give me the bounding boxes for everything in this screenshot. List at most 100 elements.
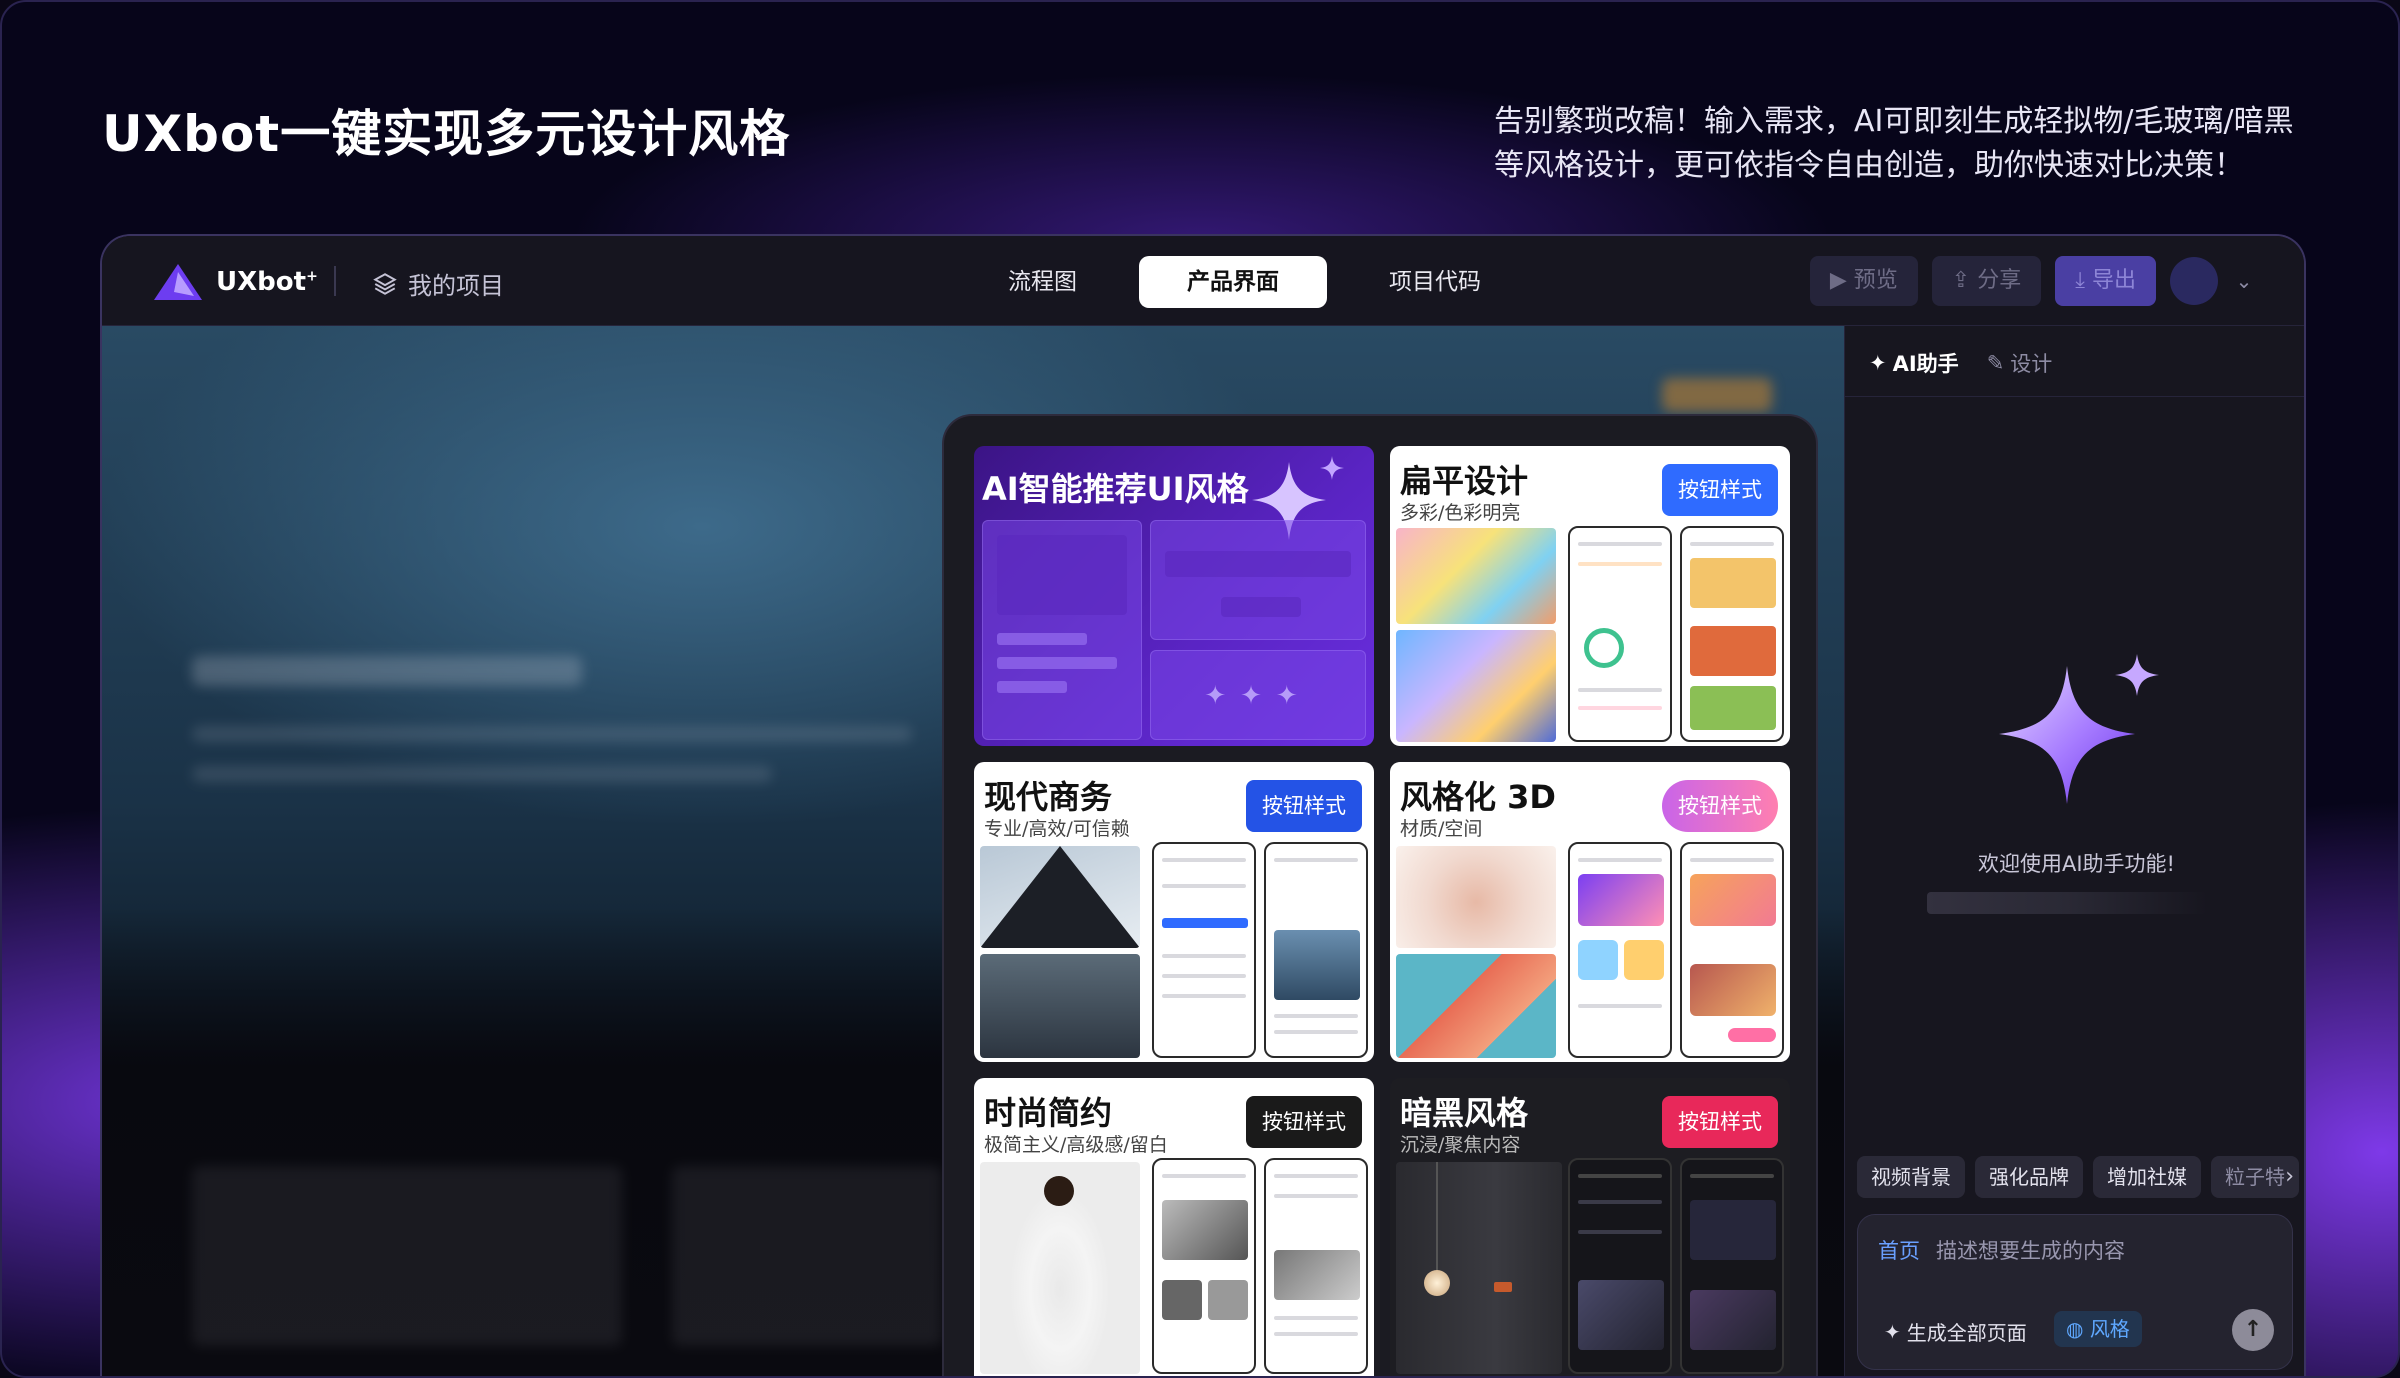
generate-all-label: 生成全部页面 [1906, 1321, 2027, 1345]
promo-stage: UXbot一键实现多元设计风格 告别繁琐改稿！输入需求，AI可即刻生成轻拟物/毛… [0, 0, 2400, 1378]
tab-project-code[interactable]: 项目代码 [1341, 256, 1529, 308]
blurred-card [672, 1166, 942, 1346]
download-icon: ⤓ [2075, 268, 2085, 293]
blurred-button [1662, 378, 1772, 412]
ai-card-wireframe-top [1150, 520, 1366, 640]
3d-image-2 [1396, 954, 1556, 1058]
chevron-down-icon[interactable]: ⌄ [2232, 269, 2256, 293]
hero-description: 告别繁琐改稿！输入需求，AI可即刻生成轻拟物/毛玻璃/暗黑 等风格设计，更可依指… [1494, 100, 2334, 188]
3d-card-title: 风格化 3D [1400, 778, 1556, 816]
business-image-1 [980, 846, 1140, 948]
minimal-style-button[interactable]: 按钮样式 [1246, 1096, 1362, 1148]
dark-card-sub: 沉浸/聚焦内容 [1400, 1134, 1521, 1156]
flat-phone-2 [1680, 526, 1784, 742]
ai-panel-tabs: ✦ AI助手 ✎ 设计 [1869, 348, 2052, 378]
style-card-ai[interactable]: AI智能推荐UI风格 ✦✦✦ [974, 446, 1374, 746]
logo-icon [154, 264, 202, 300]
business-style-button[interactable]: 按钮样式 [1246, 780, 1362, 832]
flat-card-title: 扁平设计 [1400, 462, 1529, 500]
3d-image-1 [1396, 846, 1556, 948]
style-toggle-button[interactable]: ◍ 风格 [2054, 1311, 2142, 1347]
composer-input[interactable]: 描述想要生成的内容 [1936, 1235, 2125, 1265]
send-button[interactable]: ↑ [2232, 1309, 2274, 1351]
layers-icon [373, 272, 397, 295]
logo-text: UXbot [216, 267, 307, 297]
tab-ai-assistant[interactable]: ✦ AI助手 [1869, 348, 1959, 378]
ai-sparkle-icon [1999, 654, 2159, 804]
sparkle-icon: ✦ [1884, 1319, 1901, 1344]
flat-image-1 [1396, 528, 1556, 624]
my-project-link[interactable]: 我的项目 [372, 266, 504, 301]
style-toggle-label: 风格 [2089, 1317, 2130, 1341]
flat-phone-1 [1568, 526, 1672, 742]
generate-all-pages-button[interactable]: ✦ 生成全部页面 [1884, 1317, 2027, 1346]
style-card-dark[interactable]: 暗黑风格 沉浸/聚焦内容 按钮样式 [1390, 1078, 1790, 1376]
blurred-card [192, 1166, 622, 1346]
style-picker-panel: AI智能推荐UI风格 ✦✦✦ 扁平设计 多彩/色彩明亮 按钮样式 现代商务 专业… [942, 414, 1818, 1376]
toolbar-actions: ▶ 预览 ⇪ 分享 ⤓ 导出 ⌄ [1809, 256, 2256, 306]
ai-loading-bar [1927, 892, 2207, 914]
ai-card-title: AI智能推荐UI风格 [982, 470, 1249, 508]
sparkle-icon: ✦ [1869, 351, 1887, 375]
business-phone-2 [1264, 842, 1368, 1058]
hero-title: UXbot一键实现多元设计风格 [102, 105, 791, 163]
logo[interactable]: UXbot+ [152, 262, 318, 302]
chip-strengthen-brand[interactable]: 强化品牌 [1975, 1156, 2083, 1198]
export-button[interactable]: ⤓ 导出 [2055, 256, 2156, 306]
style-card-minimal[interactable]: 时尚简约 极简主义/高级感/留白 按钮样式 [974, 1078, 1374, 1376]
chip-video-background[interactable]: 视频背景 [1857, 1156, 1965, 1198]
dark-image [1396, 1162, 1562, 1374]
main-tabs: 流程图 产品界面 项目代码 [960, 256, 1529, 308]
3d-card-sub: 材质/空间 [1400, 818, 1483, 840]
tab-flowchart[interactable]: 流程图 [960, 256, 1125, 308]
chip-add-social[interactable]: 增加社媒 [2093, 1156, 2201, 1198]
top-bar: UXbot+ 我的项目 流程图 产品界面 项目代码 ▶ 预览 ⇪ 分享 ⤓ 导出… [102, 236, 2304, 326]
business-card-title: 现代商务 [984, 778, 1113, 816]
business-phone-1 [1152, 842, 1256, 1058]
share-label: 分享 [1977, 268, 2022, 293]
ai-composer[interactable]: 首页 描述想要生成的内容 ✦ 生成全部页面 ◍ 风格 ↑ [1857, 1214, 2293, 1370]
minimal-phone-1 [1152, 1158, 1256, 1374]
tab-product-ui[interactable]: 产品界面 [1139, 256, 1327, 308]
minimal-image [980, 1162, 1140, 1374]
business-card-sub: 专业/高效/可信赖 [984, 818, 1130, 840]
flat-image-2 [1396, 630, 1556, 742]
dark-phone-2 [1680, 1158, 1784, 1374]
dark-style-button[interactable]: 按钮样式 [1662, 1096, 1778, 1148]
3d-phone-1 [1568, 842, 1672, 1058]
ai-card-wireframe-left [982, 520, 1142, 740]
3d-style-button[interactable]: 按钮样式 [1662, 780, 1778, 832]
play-icon: ▶ [1829, 268, 1847, 293]
tab-design[interactable]: ✎ 设计 [1987, 348, 2053, 378]
share-icon: ⇪ [1951, 268, 1971, 293]
composer-page-tag[interactable]: 首页 [1878, 1235, 1920, 1265]
ai-assistant-panel: ✦ AI助手 ✎ 设计 欢迎使用AI助手功能! 视频背景 强化品牌 增加社媒 粒… [1844, 326, 2304, 1376]
share-button[interactable]: ⇪ 分享 [1931, 256, 2042, 306]
suggestion-chips: 视频背景 强化品牌 增加社媒 粒子特 [1857, 1156, 2299, 1198]
my-project-label: 我的项目 [408, 272, 504, 300]
avatar[interactable] [2170, 257, 2218, 305]
arrow-up-icon: ↑ [2243, 1317, 2263, 1342]
chevron-right-icon[interactable]: › [2285, 1164, 2294, 1189]
preview-label: 预览 [1853, 268, 1898, 293]
topbar-divider [334, 266, 336, 296]
export-label: 导出 [2091, 268, 2136, 293]
style-card-business[interactable]: 现代商务 专业/高效/可信赖 按钮样式 [974, 762, 1374, 1062]
minimal-card-title: 时尚简约 [984, 1094, 1113, 1132]
preview-button[interactable]: ▶ 预览 [1809, 256, 1918, 306]
flat-style-button[interactable]: 按钮样式 [1662, 464, 1778, 516]
palette-icon: ◍ [2066, 1317, 2084, 1341]
logo-sup: + [306, 268, 318, 285]
blurred-heading [192, 656, 582, 686]
ai-assistant-label: AI助手 [1892, 352, 1959, 376]
dark-card-title: 暗黑风格 [1400, 1094, 1529, 1132]
dark-phone-1 [1568, 1158, 1672, 1374]
minimal-card-sub: 极简主义/高级感/留白 [984, 1134, 1168, 1156]
ai-welcome-text: 欢迎使用AI助手功能! [1978, 852, 2175, 876]
ai-panel-divider [1845, 396, 2304, 397]
design-icon: ✎ [1986, 351, 2005, 375]
ai-card-wireframe-bottom: ✦✦✦ [1150, 650, 1366, 740]
style-card-flat[interactable]: 扁平设计 多彩/色彩明亮 按钮样式 [1390, 446, 1790, 746]
style-card-3d[interactable]: 风格化 3D 材质/空间 按钮样式 [1390, 762, 1790, 1062]
hero-desc-line-1: 告别繁琐改稿！输入需求，AI可即刻生成轻拟物/毛玻璃/暗黑 [1494, 104, 2294, 139]
